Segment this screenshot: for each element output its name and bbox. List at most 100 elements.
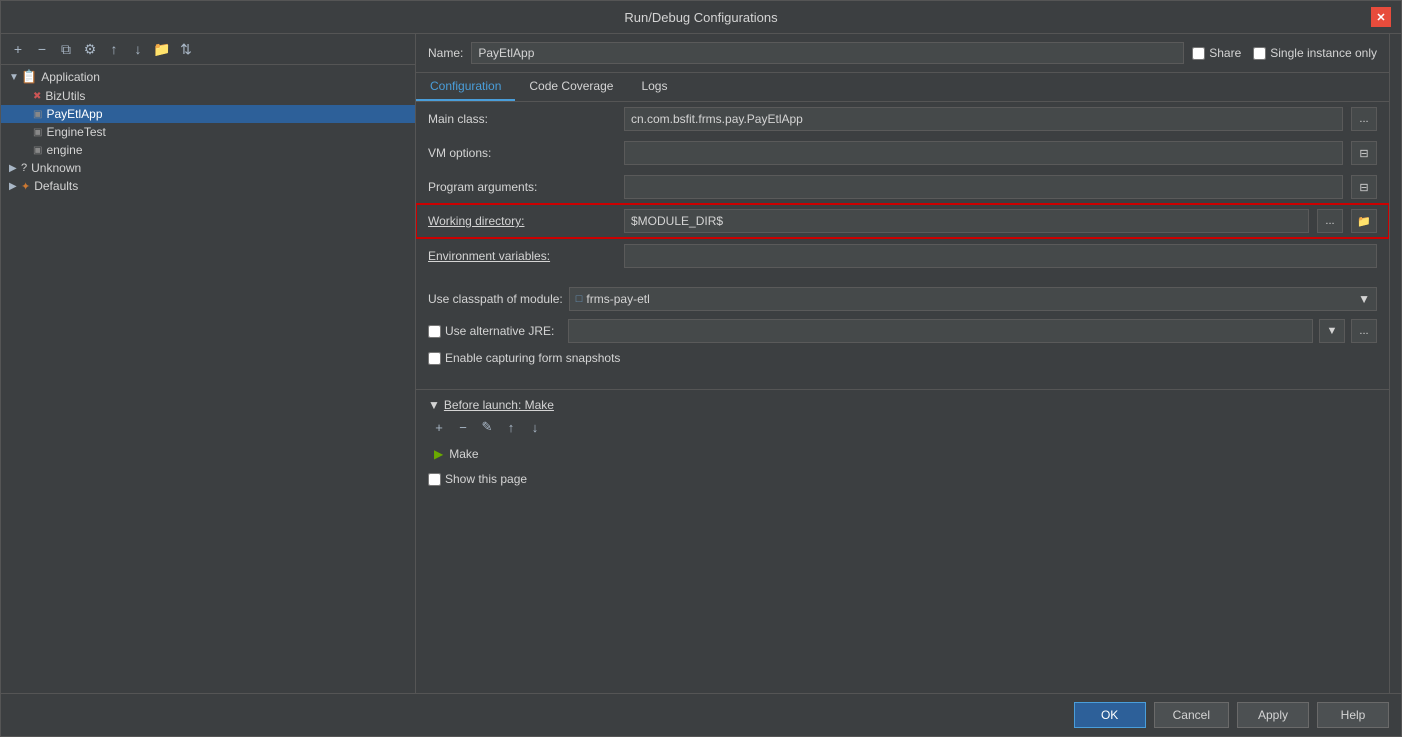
before-launch-arrow: ▼ — [428, 398, 440, 412]
tab-logs[interactable]: Logs — [627, 73, 681, 101]
vm-options-expand-btn[interactable]: ⊟ — [1351, 141, 1377, 165]
single-instance-checkbox[interactable] — [1253, 47, 1266, 60]
move-up-button[interactable]: ↑ — [103, 38, 125, 60]
tree-toolbar: + − ⧉ ⚙ ↑ ↓ 📁 ⇅ — [1, 34, 415, 65]
share-label: Share — [1209, 46, 1241, 60]
form-snapshots-row: Enable capturing form snapshots — [416, 347, 1389, 369]
remove-config-button[interactable]: − — [31, 38, 53, 60]
before-launch-add-btn[interactable]: + — [428, 416, 450, 438]
tab-configuration[interactable]: Configuration — [416, 73, 515, 101]
main-class-input[interactable] — [624, 107, 1343, 131]
arrow-defaults: ▶ — [9, 181, 21, 192]
working-dir-browse-btn[interactable]: ... — [1317, 209, 1343, 233]
tab-code-coverage[interactable]: Code Coverage — [515, 73, 627, 101]
spacer2 — [416, 369, 1389, 389]
env-vars-row: Environment variables: — [416, 238, 1389, 273]
config-tree: ▼ 📋 Application ✖ BizUtils ▣ PayEtlApp — [1, 65, 415, 693]
classpath-dropdown-arrow: ▼ — [1358, 292, 1370, 306]
before-launch-list: ▶ Make — [428, 442, 1377, 466]
program-args-input[interactable] — [624, 175, 1343, 199]
move-down-button[interactable]: ↓ — [127, 38, 149, 60]
arrow-application: ▼ — [9, 72, 21, 83]
name-input[interactable] — [471, 42, 1184, 64]
application-icon: 📋 — [21, 69, 37, 85]
module-icon: □ — [576, 293, 583, 305]
tree-item-application[interactable]: ▼ 📋 Application — [1, 67, 415, 87]
make-icon: ▶ — [434, 447, 443, 461]
new-folder-button[interactable]: 📁 — [151, 38, 173, 60]
close-button[interactable]: ✕ — [1371, 7, 1391, 27]
alt-jre-dropdown-btn[interactable]: ▼ — [1319, 319, 1345, 343]
left-panel: + − ⧉ ⚙ ↑ ↓ 📁 ⇅ ▼ 📋 Application — [1, 34, 416, 693]
help-button[interactable]: Help — [1317, 702, 1389, 728]
before-launch-down-btn[interactable]: ↓ — [524, 416, 546, 438]
apply-button[interactable]: Apply — [1237, 702, 1309, 728]
cancel-button[interactable]: Cancel — [1154, 702, 1229, 728]
alt-jre-browse-btn[interactable]: ... — [1351, 319, 1377, 343]
program-args-expand-btn[interactable]: ⊟ — [1351, 175, 1377, 199]
vm-options-input[interactable] — [624, 141, 1343, 165]
ok-button[interactable]: OK — [1074, 702, 1146, 728]
classpath-value-container: □ frms-pay-etl — [576, 292, 650, 306]
before-launch-up-btn[interactable]: ↑ — [500, 416, 522, 438]
env-vars-input[interactable] — [624, 244, 1377, 268]
vm-options-row: VM options: ⊟ — [416, 136, 1389, 170]
form-snapshots-text: Enable capturing form snapshots — [445, 351, 620, 365]
main-content: + − ⧉ ⚙ ↑ ↓ 📁 ⇅ ▼ 📋 Application — [1, 34, 1401, 693]
show-page-text: Show this page — [445, 472, 527, 486]
tree-item-bizutils[interactable]: ✖ BizUtils — [1, 87, 415, 105]
share-row: Share Single instance only — [1192, 46, 1377, 60]
copy-config-button[interactable]: ⧉ — [55, 38, 77, 60]
classpath-value: frms-pay-etl — [586, 292, 649, 306]
working-dir-label: Working directory: — [428, 214, 616, 228]
tree-label-payetlapp: PayEtlApp — [46, 107, 102, 121]
spacer — [416, 273, 1389, 283]
tree-label-defaults: Defaults — [34, 179, 78, 193]
bottom-bar: OK Cancel Apply Help — [1, 693, 1401, 736]
tree-label-enginetest: EngineTest — [46, 125, 105, 139]
before-launch-toolbar: + − ✎ ↑ ↓ — [428, 416, 1377, 438]
main-class-label: Main class: — [428, 112, 616, 126]
tree-item-defaults[interactable]: ▶ ✦ Defaults — [1, 177, 415, 195]
before-launch-remove-btn[interactable]: − — [452, 416, 474, 438]
title-bar: Run/Debug Configurations ✕ — [1, 1, 1401, 34]
share-checkbox[interactable] — [1192, 47, 1205, 60]
run-debug-dialog: Run/Debug Configurations ✕ + − ⧉ ⚙ ↑ ↓ 📁… — [0, 0, 1402, 737]
show-page-checkbox[interactable] — [428, 473, 441, 486]
working-dir-row: Working directory: ... 📁 — [416, 204, 1389, 238]
settings-config-button[interactable]: ⚙ — [79, 38, 101, 60]
unknown-icon: ? — [21, 162, 27, 174]
dialog-title: Run/Debug Configurations — [31, 10, 1371, 25]
name-label: Name: — [428, 46, 463, 60]
before-launch-make-item[interactable]: ▶ Make — [428, 444, 1377, 464]
scrollbar[interactable] — [1389, 34, 1401, 693]
show-page-label: Show this page — [428, 472, 527, 486]
working-dir-input[interactable] — [624, 209, 1309, 233]
tree-item-enginetest[interactable]: ▣ EngineTest — [1, 123, 415, 141]
tree-item-engine[interactable]: ▣ engine — [1, 141, 415, 159]
bizutils-icon: ✖ — [33, 91, 41, 102]
tree-label-engine: engine — [46, 143, 82, 157]
show-page-row: Show this page — [416, 466, 1389, 492]
working-dir-folder-btn[interactable]: 📁 — [1351, 209, 1377, 233]
config-panel: Main class: ... VM options: ⊟ Program ar… — [416, 102, 1389, 693]
tree-item-payetlapp[interactable]: ▣ PayEtlApp — [1, 105, 415, 123]
classpath-dropdown[interactable]: □ frms-pay-etl ▼ — [569, 287, 1377, 311]
right-panel: Name: Share Single instance only Configu… — [416, 34, 1389, 693]
form-snapshots-label: Enable capturing form snapshots — [428, 351, 620, 365]
add-config-button[interactable]: + — [7, 38, 29, 60]
before-launch-edit-btn[interactable]: ✎ — [476, 416, 498, 438]
main-class-browse-btn[interactable]: ... — [1351, 107, 1377, 131]
payetlapp-icon: ▣ — [33, 109, 42, 120]
share-checkbox-label: Share — [1192, 46, 1241, 60]
form-snapshots-checkbox[interactable] — [428, 352, 441, 365]
classpath-label: Use classpath of module: — [428, 292, 563, 306]
vm-options-label: VM options: — [428, 146, 616, 160]
sort-button[interactable]: ⇅ — [175, 38, 197, 60]
single-instance-label: Single instance only — [1253, 46, 1377, 60]
before-launch-header[interactable]: ▼ Before launch: Make — [428, 398, 1377, 412]
tree-item-unknown[interactable]: ▶ ? Unknown — [1, 159, 415, 177]
defaults-icon: ✦ — [21, 180, 30, 193]
alt-jre-checkbox[interactable] — [428, 325, 441, 338]
alt-jre-input[interactable] — [568, 319, 1313, 343]
